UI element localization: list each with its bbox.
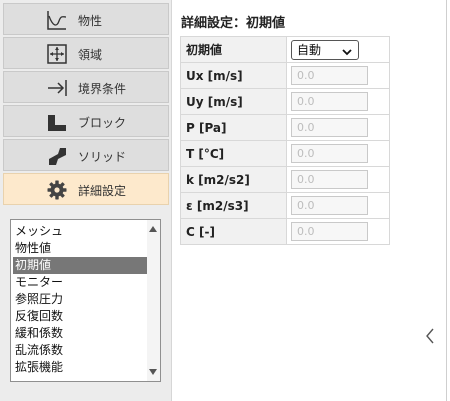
list-item[interactable]: モニター bbox=[13, 274, 147, 291]
list-item[interactable]: 参照圧力 bbox=[13, 291, 147, 308]
nav-label: 領域 bbox=[78, 48, 103, 62]
table-row: 初期値 自動 bbox=[180, 36, 390, 63]
solid-icon bbox=[46, 145, 68, 167]
ux-input[interactable]: 0.0 bbox=[291, 66, 368, 85]
advanced-settings-list[interactable]: メッシュ 物性値 初期値 モニター 参照圧力 反復回数 緩和係数 乱流係数 拡張… bbox=[10, 219, 161, 382]
nav-label: ソリッド bbox=[78, 150, 127, 164]
nav-button-domain[interactable]: 領域 bbox=[3, 37, 169, 69]
page-title: 詳細設定：初期値 bbox=[181, 16, 286, 31]
nav-label: 物性 bbox=[78, 14, 103, 28]
chevron-down-icon bbox=[342, 44, 352, 62]
p-input[interactable]: 0.0 bbox=[291, 118, 368, 137]
graph-icon bbox=[46, 9, 68, 31]
row-label: T [°C] bbox=[180, 140, 287, 167]
nav-button-advanced[interactable]: 詳細設定 bbox=[3, 173, 169, 205]
gear-icon bbox=[46, 179, 68, 201]
row-label: Uy [m/s] bbox=[180, 88, 287, 115]
list-item[interactable]: 拡張機能 bbox=[13, 359, 147, 376]
table-row: P [Pa] 0.0 bbox=[180, 114, 390, 141]
table-row: ε [m2/s3] 0.0 bbox=[180, 192, 390, 219]
nav-button-boundary[interactable]: 境界条件 bbox=[3, 71, 169, 103]
select-value: 自動 bbox=[297, 42, 322, 57]
table-row: Uy [m/s] 0.0 bbox=[180, 88, 390, 115]
row-label: P [Pa] bbox=[180, 114, 287, 141]
list-item[interactable]: 緩和係数 bbox=[13, 325, 147, 342]
sidebar: 物性 領域 境界条件 ブロック ソリッド 詳細設定 メッシュ 物性値 初期値 モ… bbox=[0, 0, 172, 401]
row-label: k [m2/s2] bbox=[180, 166, 287, 193]
table-row: Ux [m/s] 0.0 bbox=[180, 62, 390, 89]
arrow-boundary-icon bbox=[46, 77, 68, 99]
table-row: k [m2/s2] 0.0 bbox=[180, 166, 390, 193]
list-item[interactable]: 反復回数 bbox=[13, 308, 147, 325]
panel-divider bbox=[446, 0, 447, 401]
list-item[interactable]: 物性値 bbox=[13, 240, 147, 257]
nav-label: ブロック bbox=[78, 116, 127, 130]
collapse-panel-icon[interactable] bbox=[424, 326, 436, 349]
nav-button-block[interactable]: ブロック bbox=[3, 105, 169, 137]
list-item-selected[interactable]: 初期値 bbox=[13, 257, 147, 274]
table-row: C [-] 0.0 bbox=[180, 218, 390, 245]
t-input[interactable]: 0.0 bbox=[291, 144, 368, 163]
list-item[interactable]: 乱流係数 bbox=[13, 342, 147, 359]
uy-input[interactable]: 0.0 bbox=[291, 92, 368, 111]
epsilon-input[interactable]: 0.0 bbox=[291, 196, 368, 215]
row-label: ε [m2/s3] bbox=[180, 192, 287, 219]
c-input[interactable]: 0.0 bbox=[291, 222, 368, 241]
k-input[interactable]: 0.0 bbox=[291, 170, 368, 189]
row-label: C [-] bbox=[180, 218, 287, 245]
block-icon bbox=[46, 111, 68, 133]
row-label: Ux [m/s] bbox=[180, 62, 287, 89]
domain-icon bbox=[46, 43, 68, 65]
nav-label: 詳細設定 bbox=[78, 184, 127, 198]
nav-button-properties[interactable]: 物性 bbox=[3, 3, 169, 35]
initial-values-table: 初期値 自動 Ux [m/s] 0.0 Uy [m/s] 0.0 P [Pa] … bbox=[180, 36, 390, 245]
list-item[interactable]: メッシュ bbox=[13, 223, 147, 240]
nav-label: 境界条件 bbox=[78, 82, 127, 96]
row-label: 初期値 bbox=[180, 36, 287, 63]
scroll-up-icon[interactable] bbox=[149, 226, 157, 232]
table-row: T [°C] 0.0 bbox=[180, 140, 390, 167]
list-scrollbar[interactable] bbox=[147, 220, 160, 381]
nav-button-solid[interactable]: ソリッド bbox=[3, 139, 169, 171]
initial-value-select[interactable]: 自動 bbox=[291, 39, 359, 62]
scroll-down-icon[interactable] bbox=[149, 369, 157, 375]
